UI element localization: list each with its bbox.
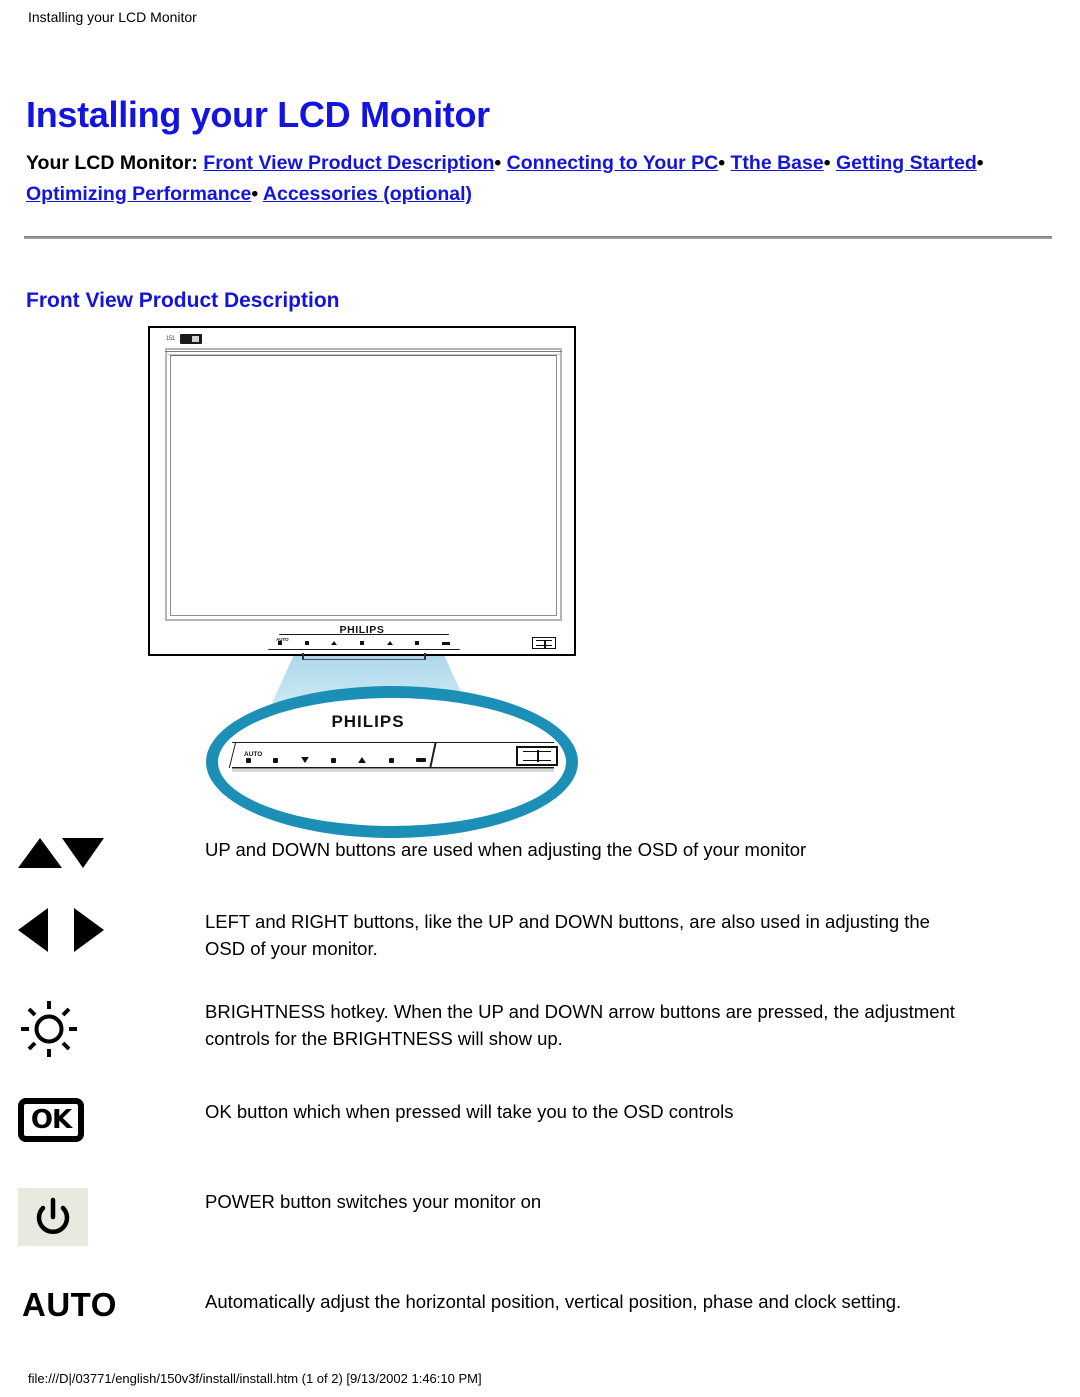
monitor-stand-legs xyxy=(302,653,426,660)
icon-cell: OK xyxy=(0,1098,205,1142)
monitor-control-strip: AUTO xyxy=(268,632,460,660)
page-title: Installing your LCD Monitor xyxy=(26,94,490,136)
magnified-buttons-row xyxy=(246,754,426,766)
nav-link-front-view[interactable]: Front View Product Description xyxy=(203,152,494,174)
description-row-brightness: BRIGHTNESS hotkey. When the UP and DOWN … xyxy=(0,998,1080,1098)
nav-link-accessories[interactable]: Accessories (optional) xyxy=(263,183,472,205)
power-button-icon xyxy=(18,1188,88,1246)
description-text: UP and DOWN buttons are used when adjust… xyxy=(205,836,1080,863)
description-row-auto: AUTO Automatically adjust the horizontal… xyxy=(0,1288,1080,1378)
icon-cell xyxy=(0,908,205,952)
description-paragraph: UP and DOWN buttons are used when adjust… xyxy=(205,839,807,860)
monitor-front-view: 151 PHILIPS AUTO xyxy=(148,326,576,660)
control-dot-icon xyxy=(304,641,309,645)
description-row-ok: OK OK button which when pressed will tak… xyxy=(0,1098,1080,1188)
nav-link-the-base[interactable]: Tthe Base xyxy=(731,152,824,174)
nav-link-optimizing-performance[interactable]: Optimizing Performance xyxy=(26,183,251,205)
control-dot-icon xyxy=(359,641,364,645)
magnified-dot-icon xyxy=(246,757,251,763)
button-description-list: UP and DOWN buttons are used when adjust… xyxy=(0,836,1080,1378)
nav-separator: • xyxy=(494,152,502,174)
description-text: LEFT and RIGHT buttons, like the UP and … xyxy=(205,908,1080,962)
description-text: POWER button switches your monitor on xyxy=(205,1188,1080,1215)
nav-separator: • xyxy=(718,152,726,174)
icon-cell: AUTO xyxy=(0,1288,205,1321)
breadcrumb: Installing your LCD Monitor xyxy=(28,9,197,25)
magnified-bar-icon xyxy=(415,758,426,762)
magnified-power-button-icon xyxy=(516,746,558,766)
monitor-figure: 151 PHILIPS AUTO PHILIPS AUTO xyxy=(148,326,578,838)
monitor-top-label-icon: 151 xyxy=(166,334,208,345)
nav-separator: • xyxy=(823,152,831,174)
magnified-dot-icon xyxy=(330,757,336,763)
description-row-up-down: UP and DOWN buttons are used when adjust… xyxy=(0,836,1080,908)
status-bar-path: file:///D|/03771/english/150v3f/install/… xyxy=(28,1371,482,1386)
magnified-panel-underline xyxy=(232,768,554,772)
magnifier-callout: PHILIPS AUTO xyxy=(206,686,578,838)
monitor-top-label-text: 151 xyxy=(166,336,175,342)
up-down-arrows-icon xyxy=(18,836,104,870)
control-strip-buttons xyxy=(278,639,450,647)
description-paragraph: Automatically adjust the horizontal posi… xyxy=(205,1291,902,1312)
icon-cell xyxy=(0,998,205,1060)
monitor-screen-hairline xyxy=(165,351,562,355)
nav-separator: • xyxy=(976,152,984,174)
nav-lead-label: Your LCD Monitor xyxy=(26,152,192,174)
icon-cell xyxy=(0,836,205,870)
magnified-up-triangle-icon xyxy=(358,757,367,763)
magnified-down-triangle-icon xyxy=(300,757,309,763)
description-text: BRIGHTNESS hotkey. When the UP and DOWN … xyxy=(205,998,1080,1052)
description-text: Automatically adjust the horizontal posi… xyxy=(205,1288,1080,1315)
description-row-power: POWER button switches your monitor on xyxy=(0,1188,1080,1288)
horizontal-divider xyxy=(24,236,1052,239)
description-paragraph: LEFT and RIGHT buttons, like the UP and … xyxy=(205,911,930,959)
auto-button-icon: AUTO xyxy=(22,1286,117,1323)
control-triangle-icon xyxy=(331,641,338,645)
description-row-left-right: LEFT and RIGHT buttons, like the UP and … xyxy=(0,908,1080,998)
control-dot-icon xyxy=(278,641,282,645)
magnified-brand-logo: PHILIPS xyxy=(331,712,405,731)
monitor-screen xyxy=(170,355,557,616)
description-paragraph: OK button which when pressed will take y… xyxy=(205,1101,734,1122)
monitor-top-chip-icon xyxy=(180,334,202,344)
monitor-power-button xyxy=(532,637,556,649)
magnified-dot-icon xyxy=(388,757,394,763)
nav-links: Your LCD Monitor: Front View Product Des… xyxy=(26,148,1048,210)
nav-link-connecting-pc[interactable]: Connecting to Your PC xyxy=(507,152,719,174)
description-paragraph: BRIGHTNESS hotkey. When the UP and DOWN … xyxy=(205,1001,955,1049)
description-paragraph: POWER button switches your monitor on xyxy=(205,1191,542,1212)
brightness-sun-icon xyxy=(18,998,80,1060)
control-triangle-icon xyxy=(386,641,393,645)
icon-cell xyxy=(0,1188,205,1246)
control-bar-icon xyxy=(441,641,450,645)
magnified-dot-icon xyxy=(273,757,279,763)
section-heading: Front View Product Description xyxy=(26,289,340,313)
description-text: OK button which when pressed will take y… xyxy=(205,1098,1080,1125)
left-right-arrows-icon xyxy=(18,908,104,952)
ok-button-icon: OK xyxy=(18,1098,84,1142)
nav-separator: • xyxy=(251,183,259,205)
magnified-control-panel: AUTO xyxy=(228,742,554,778)
monitor-screen-bezel xyxy=(165,348,562,621)
nav-colon: : xyxy=(191,152,198,174)
nav-link-getting-started[interactable]: Getting Started xyxy=(836,152,977,174)
control-dot-icon xyxy=(415,641,420,645)
